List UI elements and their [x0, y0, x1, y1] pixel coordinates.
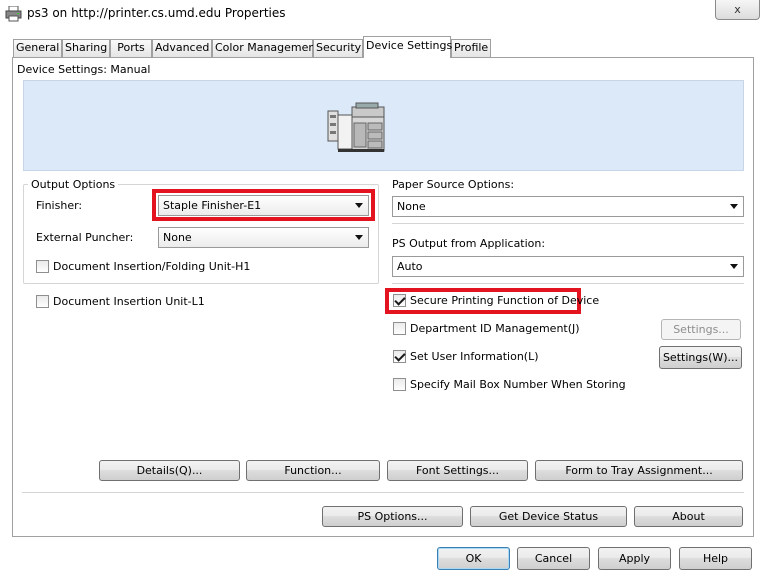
copier-device-icon [326, 101, 388, 158]
about-button[interactable]: About [634, 506, 743, 527]
form-to-tray-button[interactable]: Form to Tray Assignment... [535, 460, 743, 481]
get-device-status-button[interactable]: Get Device Status [470, 506, 627, 527]
divider [22, 492, 744, 493]
finisher-select[interactable]: Staple Finisher-E1 [158, 195, 369, 216]
chevron-down-icon [355, 235, 363, 240]
department-id-settings-button[interactable]: Settings... [661, 319, 741, 340]
doc-insertion-folding-checkbox[interactable]: Document Insertion/Folding Unit-H1 [36, 259, 276, 275]
ps-output-label: PS Output from Application: [392, 237, 546, 250]
checkbox-unchecked-icon [36, 295, 49, 308]
function-button[interactable]: Function... [246, 460, 380, 481]
tab-color-management[interactable]: Color Management [212, 39, 320, 57]
finisher-value: Staple Finisher-E1 [163, 199, 262, 212]
tab-ports[interactable]: Ports [110, 39, 152, 57]
device-preview [23, 80, 744, 171]
secure-printing-checkbox[interactable]: Secure Printing Function of Device [393, 293, 599, 309]
window-title: ps3 on http://printer.cs.umd.edu Propert… [27, 6, 286, 20]
tab-device-settings[interactable]: Device Settings [363, 36, 452, 58]
checkbox-unchecked-icon [36, 260, 49, 273]
divider [392, 283, 744, 284]
ok-button[interactable]: OK [437, 547, 510, 570]
device-settings-mode-label: Device Settings: Manual [17, 63, 151, 76]
secure-printing-label: Secure Printing Function of Device [410, 294, 600, 307]
doc-insertion-unit-label: Document Insertion Unit-L1 [53, 295, 205, 308]
tab-sharing[interactable]: Sharing [62, 39, 110, 57]
cancel-button[interactable]: Cancel [517, 547, 590, 570]
chevron-down-icon [730, 264, 738, 269]
divider [392, 223, 744, 224]
paper-source-select[interactable]: None [392, 196, 744, 217]
chevron-down-icon [730, 204, 738, 209]
finisher-label: Finisher: [36, 199, 83, 212]
output-options-label: Output Options [28, 178, 119, 191]
external-puncher-label: External Puncher: [36, 231, 134, 244]
checkbox-unchecked-icon [393, 322, 406, 335]
doc-insertion-folding-label: Document Insertion/Folding Unit-H1 [53, 260, 251, 273]
paper-source-label: Paper Source Options: [392, 178, 515, 191]
mail-box-label: Specify Mail Box Number When Storing [410, 378, 626, 391]
tab-profile[interactable]: Profile [451, 39, 491, 57]
mail-box-checkbox[interactable]: Specify Mail Box Number When Storing [393, 377, 633, 393]
ps-output-value: Auto [397, 260, 423, 273]
paper-source-value: None [397, 200, 426, 213]
apply-button[interactable]: Apply [598, 547, 671, 570]
printer-icon [5, 5, 22, 22]
tab-advanced[interactable]: Advanced [152, 39, 212, 57]
close-button[interactable]: x [715, 0, 760, 20]
ps-output-select[interactable]: Auto [392, 256, 744, 277]
close-icon: x [734, 3, 741, 16]
user-info-checkbox[interactable]: Set User Information(L) [393, 349, 593, 365]
checkbox-checked-icon [393, 294, 406, 307]
details-button[interactable]: Details(Q)... [99, 460, 240, 481]
external-puncher-value: None [163, 231, 192, 244]
tab-general[interactable]: General [13, 39, 62, 57]
help-button[interactable]: Help [679, 547, 752, 570]
font-settings-button[interactable]: Font Settings... [387, 460, 528, 481]
doc-insertion-unit-checkbox[interactable]: Document Insertion Unit-L1 [36, 294, 236, 310]
checkbox-unchecked-icon [393, 378, 406, 391]
external-puncher-select[interactable]: None [158, 227, 369, 248]
checkbox-checked-icon [393, 350, 406, 363]
user-info-settings-button[interactable]: Settings(W)... [659, 346, 742, 369]
tab-security[interactable]: Security [313, 39, 363, 57]
ps-options-button[interactable]: PS Options... [322, 506, 463, 527]
user-info-label: Set User Information(L) [410, 350, 539, 363]
department-id-label: Department ID Management(J) [410, 322, 580, 335]
chevron-down-icon [355, 203, 363, 208]
department-id-checkbox[interactable]: Department ID Management(J) [393, 321, 593, 337]
